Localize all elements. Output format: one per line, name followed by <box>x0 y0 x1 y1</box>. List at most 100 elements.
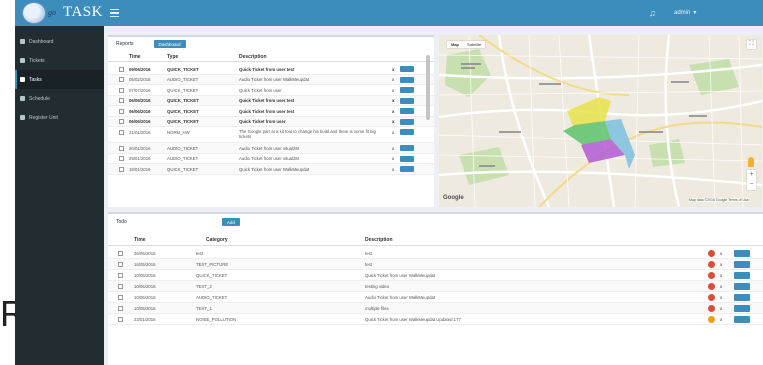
row-checkbox[interactable] <box>118 250 123 256</box>
table-row: 29/01/2016 AUDIO_TICKET Audio Ticket from … <box>108 154 434 164</box>
row-checkbox[interactable] <box>118 316 123 322</box>
row-time: 26/05/2016 <box>134 250 156 256</box>
row-checkbox[interactable] <box>119 98 124 103</box>
row-checkbox[interactable] <box>119 166 124 172</box>
remove-icon[interactable]: x <box>392 167 394 172</box>
remove-icon[interactable]: x <box>392 119 395 124</box>
reports-table-header: Time Type Description <box>108 53 434 62</box>
row-type: NORM_HW <box>167 129 190 135</box>
row-category: TEXT_2 <box>196 283 212 289</box>
remove-icon[interactable]: x <box>392 77 394 82</box>
map-attribution[interactable]: Map data ©2016 Google Terms of Use <box>689 198 749 202</box>
done-button[interactable] <box>734 250 750 257</box>
remove-icon[interactable]: x <box>392 67 395 72</box>
delete-icon[interactable] <box>708 282 715 290</box>
delete-icon[interactable] <box>708 293 715 301</box>
sidebar-item-schedule[interactable]: Schedule <box>15 89 104 108</box>
table-row: 20/01/2016 AUDIO_TICKET Audio Ticket from … <box>108 143 434 154</box>
view-button[interactable] <box>400 66 414 72</box>
row-description: Quick Ticket from user <box>239 119 286 124</box>
view-button[interactable] <box>400 108 414 114</box>
row-checkbox[interactable] <box>119 156 124 161</box>
row-checkbox[interactable] <box>118 272 123 278</box>
remove-icon[interactable]: x <box>720 262 722 267</box>
sidebar-item-tasks[interactable]: Tasks <box>15 70 104 89</box>
row-checkbox[interactable] <box>118 261 123 267</box>
remove-icon[interactable]: x <box>392 130 394 135</box>
remove-icon[interactable]: x <box>392 88 394 93</box>
sidebar-item-dashboard[interactable]: Dashboard <box>15 32 104 51</box>
done-button[interactable] <box>734 294 750 301</box>
remove-icon[interactable]: x <box>720 306 722 311</box>
done-button[interactable] <box>734 283 750 290</box>
sidebar-item-label: Tasks <box>29 76 42 83</box>
sidebar-item-tickets[interactable]: Tickets <box>15 51 104 70</box>
user-menu[interactable]: admin ▾ <box>674 9 696 17</box>
delete-icon[interactable] <box>708 304 715 312</box>
done-button[interactable] <box>734 316 750 323</box>
view-button[interactable] <box>400 166 414 172</box>
remove-icon[interactable]: x <box>392 156 394 161</box>
remove-icon[interactable]: x <box>720 295 722 300</box>
remove-icon[interactable]: x <box>720 284 722 289</box>
remove-icon[interactable]: x <box>720 251 722 256</box>
todo-panel: Todo Add Time Category Description 26/05… <box>108 212 763 365</box>
reports-action-button[interactable]: Dashboard <box>153 40 186 48</box>
row-description: Quick Ticket from user WalkMeupdat <box>365 272 436 278</box>
row-time: 20/01/2016 <box>129 145 151 151</box>
row-checkbox[interactable] <box>119 145 124 151</box>
row-checkbox[interactable] <box>118 294 123 300</box>
tab-map[interactable]: Map <box>447 41 463 48</box>
todo-add-button[interactable]: Add <box>221 218 240 226</box>
sidebar-item-register-unit[interactable]: Register Unit <box>15 108 104 127</box>
row-time: 29/01/2016 <box>129 156 151 161</box>
row-checkbox[interactable] <box>119 119 124 124</box>
view-button[interactable] <box>400 118 414 125</box>
delete-icon[interactable] <box>708 271 715 279</box>
remove-icon[interactable]: x <box>392 146 394 151</box>
row-checkbox[interactable] <box>119 87 124 93</box>
remove-icon[interactable]: x <box>392 109 395 114</box>
map-panel[interactable]: Map Satellite ⛶ + − Google Map data ©201… <box>439 35 762 207</box>
app-logo[interactable]: go TASK <box>15 0 104 26</box>
remove-icon[interactable]: x <box>720 317 722 322</box>
row-category: QUICK_TICKET <box>196 272 228 278</box>
remove-icon[interactable]: x <box>720 273 722 278</box>
delete-icon[interactable] <box>708 260 715 268</box>
reports-scrollbar[interactable] <box>426 55 430 120</box>
map-zoom-control: + − <box>747 170 756 190</box>
sidebar-item-label: Tickets <box>29 57 45 64</box>
view-button[interactable] <box>400 145 414 151</box>
row-description: Quick Ticket from user test <box>239 66 295 72</box>
column-header: Category <box>206 237 228 243</box>
view-button[interactable] <box>400 87 414 93</box>
sidebar-toggle-icon[interactable] <box>110 9 119 18</box>
tab-satellite[interactable]: Satellite <box>463 41 485 48</box>
row-checkbox[interactable] <box>119 77 124 82</box>
view-button[interactable] <box>400 97 414 104</box>
row-checkbox[interactable] <box>119 66 124 72</box>
fullscreen-icon[interactable]: ⛶ <box>747 40 756 49</box>
row-checkbox[interactable] <box>119 108 124 114</box>
row-checkbox[interactable] <box>118 305 123 311</box>
row-checkbox[interactable] <box>118 283 123 289</box>
view-button[interactable] <box>400 155 414 162</box>
done-button[interactable] <box>734 261 750 268</box>
done-button[interactable] <box>734 272 750 279</box>
delete-icon[interactable] <box>708 315 715 323</box>
notifications-icon[interactable]: ♫ <box>649 8 656 18</box>
row-description: Quick Ticket from user WalkMeupdat <box>239 166 310 172</box>
done-button[interactable] <box>734 305 750 312</box>
zoom-out-button[interactable]: − <box>747 180 756 190</box>
zoom-in-button[interactable]: + <box>747 170 756 180</box>
view-button[interactable] <box>400 129 414 135</box>
row-description: testing video <box>365 283 390 289</box>
view-button[interactable] <box>400 76 414 83</box>
map-canvas[interactable] <box>439 35 762 207</box>
pegman-icon[interactable] <box>748 157 754 167</box>
delete-icon[interactable] <box>708 249 715 257</box>
remove-icon[interactable]: x <box>392 98 395 103</box>
column-header: Description <box>239 54 267 60</box>
row-checkbox[interactable] <box>119 129 124 135</box>
sidebar-item-label: Dashboard <box>29 38 54 45</box>
